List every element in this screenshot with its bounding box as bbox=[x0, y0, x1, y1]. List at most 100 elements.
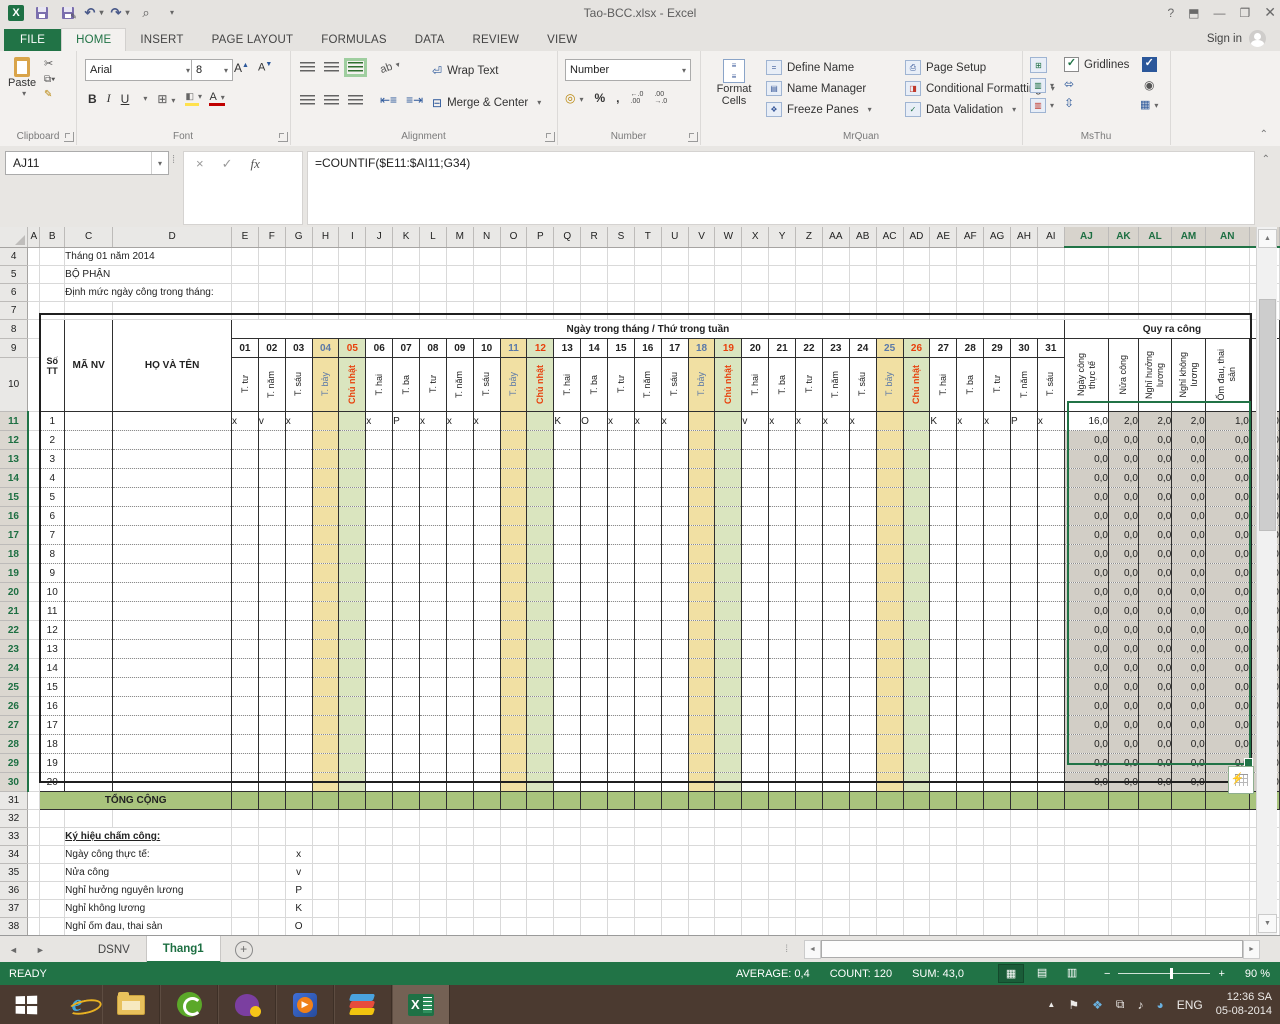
cell-AG18[interactable] bbox=[984, 545, 1011, 564]
cell-AF13[interactable] bbox=[957, 450, 984, 469]
cell-V12[interactable] bbox=[688, 431, 715, 450]
cell-O17[interactable] bbox=[500, 526, 527, 545]
cell-AI21[interactable] bbox=[1037, 602, 1064, 621]
cell-M17[interactable] bbox=[446, 526, 473, 545]
cell-V30[interactable] bbox=[688, 773, 715, 792]
cell-H13[interactable] bbox=[312, 450, 339, 469]
cell-J27[interactable] bbox=[366, 716, 393, 735]
row-header-12[interactable]: 12 bbox=[0, 431, 28, 450]
cell-O6[interactable] bbox=[500, 284, 527, 302]
legend-label-1[interactable]: Ngày công thực tế: bbox=[65, 846, 232, 864]
cell-AN5[interactable] bbox=[1205, 266, 1249, 284]
cell-AJ34[interactable] bbox=[1064, 846, 1108, 864]
zoom-level[interactable]: 90 % bbox=[1245, 968, 1270, 980]
cell-U34[interactable] bbox=[661, 846, 688, 864]
cell-Z11[interactable]: x bbox=[796, 412, 823, 431]
cell-Y23[interactable] bbox=[769, 640, 796, 659]
cell-X22[interactable] bbox=[742, 621, 769, 640]
collapse-formula-bar-icon[interactable]: ⌃ bbox=[1262, 154, 1270, 165]
cell-X29[interactable] bbox=[742, 754, 769, 773]
cell-R38[interactable] bbox=[581, 918, 608, 936]
cell-T37[interactable] bbox=[634, 900, 661, 918]
cell-I23[interactable] bbox=[339, 640, 366, 659]
cell-X30[interactable] bbox=[742, 773, 769, 792]
weekday-22[interactable]: T. tư bbox=[796, 358, 823, 412]
cell-C6[interactable]: Định mức ngày công trong tháng: bbox=[65, 284, 232, 302]
row-header-33[interactable]: 33 bbox=[0, 828, 28, 846]
cell-AG12[interactable] bbox=[984, 431, 1011, 450]
cell-G31[interactable] bbox=[285, 792, 312, 810]
cell-W20[interactable] bbox=[715, 583, 742, 602]
cell-AE24[interactable] bbox=[930, 659, 957, 678]
cell-O28[interactable] bbox=[500, 735, 527, 754]
cell-V11[interactable] bbox=[688, 412, 715, 431]
enter-icon[interactable]: ✓ bbox=[222, 156, 233, 172]
cell-L32[interactable] bbox=[420, 810, 447, 828]
cell-W26[interactable] bbox=[715, 697, 742, 716]
cell-X20[interactable] bbox=[742, 583, 769, 602]
cell-AE12[interactable] bbox=[930, 431, 957, 450]
insert-sheet-rows-icon[interactable]: ⊞ bbox=[1030, 57, 1047, 73]
cell-J38[interactable] bbox=[366, 918, 393, 936]
cell-AJ23[interactable]: 0,0 bbox=[1064, 640, 1108, 659]
cell-AJ16[interactable]: 0,0 bbox=[1064, 507, 1108, 526]
cell-B23[interactable]: 13 bbox=[40, 640, 65, 659]
cell-X11[interactable]: v bbox=[742, 412, 769, 431]
cell-B16[interactable]: 6 bbox=[40, 507, 65, 526]
cell-AF5[interactable] bbox=[957, 266, 984, 284]
cell-D19[interactable] bbox=[113, 564, 232, 583]
day-number-11[interactable]: 11 bbox=[500, 339, 527, 358]
cell-P13[interactable] bbox=[527, 450, 554, 469]
cell-J4[interactable] bbox=[366, 247, 393, 266]
cell-O31[interactable] bbox=[500, 792, 527, 810]
cell-O11[interactable] bbox=[500, 412, 527, 431]
underline-icon[interactable]: U bbox=[121, 92, 130, 106]
weekday-30[interactable]: T. năm bbox=[1011, 358, 1038, 412]
cell-P36[interactable] bbox=[527, 882, 554, 900]
cell-C30[interactable] bbox=[65, 773, 113, 792]
cell-AH26[interactable] bbox=[1011, 697, 1038, 716]
cell-V31[interactable] bbox=[688, 792, 715, 810]
cell-K27[interactable] bbox=[393, 716, 420, 735]
cell-AL35[interactable] bbox=[1138, 864, 1171, 882]
cell-E5[interactable] bbox=[232, 266, 259, 284]
cell-P26[interactable] bbox=[527, 697, 554, 716]
cell-AJ22[interactable]: 0,0 bbox=[1064, 621, 1108, 640]
cell-J36[interactable] bbox=[366, 882, 393, 900]
cell-S14[interactable] bbox=[608, 469, 635, 488]
cell-AM28[interactable]: 0,0 bbox=[1172, 735, 1205, 754]
cell-A20[interactable] bbox=[28, 583, 40, 602]
day-number-05[interactable]: 05 bbox=[339, 339, 366, 358]
cell-P22[interactable] bbox=[527, 621, 554, 640]
cell-S7[interactable] bbox=[608, 302, 635, 320]
cell-AA35[interactable] bbox=[822, 864, 849, 882]
cell-S28[interactable] bbox=[608, 735, 635, 754]
cell-K4[interactable] bbox=[393, 247, 420, 266]
cell-AE20[interactable] bbox=[930, 583, 957, 602]
cell-R12[interactable] bbox=[581, 431, 608, 450]
cell-R17[interactable] bbox=[581, 526, 608, 545]
decrease-indent-icon[interactable]: ⇤≡ bbox=[380, 93, 397, 107]
cell-V7[interactable] bbox=[688, 302, 715, 320]
cell-AJ14[interactable]: 0,0 bbox=[1064, 469, 1108, 488]
cell-AB25[interactable] bbox=[849, 678, 876, 697]
cell-C28[interactable] bbox=[65, 735, 113, 754]
cell-V18[interactable] bbox=[688, 545, 715, 564]
cell-AG13[interactable] bbox=[984, 450, 1011, 469]
cell-C32[interactable] bbox=[65, 810, 113, 828]
cell-U22[interactable] bbox=[661, 621, 688, 640]
cell-I27[interactable] bbox=[339, 716, 366, 735]
cell-K21[interactable] bbox=[393, 602, 420, 621]
cell-N21[interactable] bbox=[473, 602, 500, 621]
cell-AK36[interactable] bbox=[1108, 882, 1138, 900]
cell-AD20[interactable] bbox=[903, 583, 930, 602]
cell-J6[interactable] bbox=[366, 284, 393, 302]
cell-E32[interactable] bbox=[232, 810, 259, 828]
cell-M12[interactable] bbox=[446, 431, 473, 450]
cell-V32[interactable] bbox=[688, 810, 715, 828]
cell-M33[interactable] bbox=[446, 828, 473, 846]
cell-P14[interactable] bbox=[527, 469, 554, 488]
cell-AJ37[interactable] bbox=[1064, 900, 1108, 918]
cell-AD12[interactable] bbox=[903, 431, 930, 450]
cell-H32[interactable] bbox=[312, 810, 339, 828]
